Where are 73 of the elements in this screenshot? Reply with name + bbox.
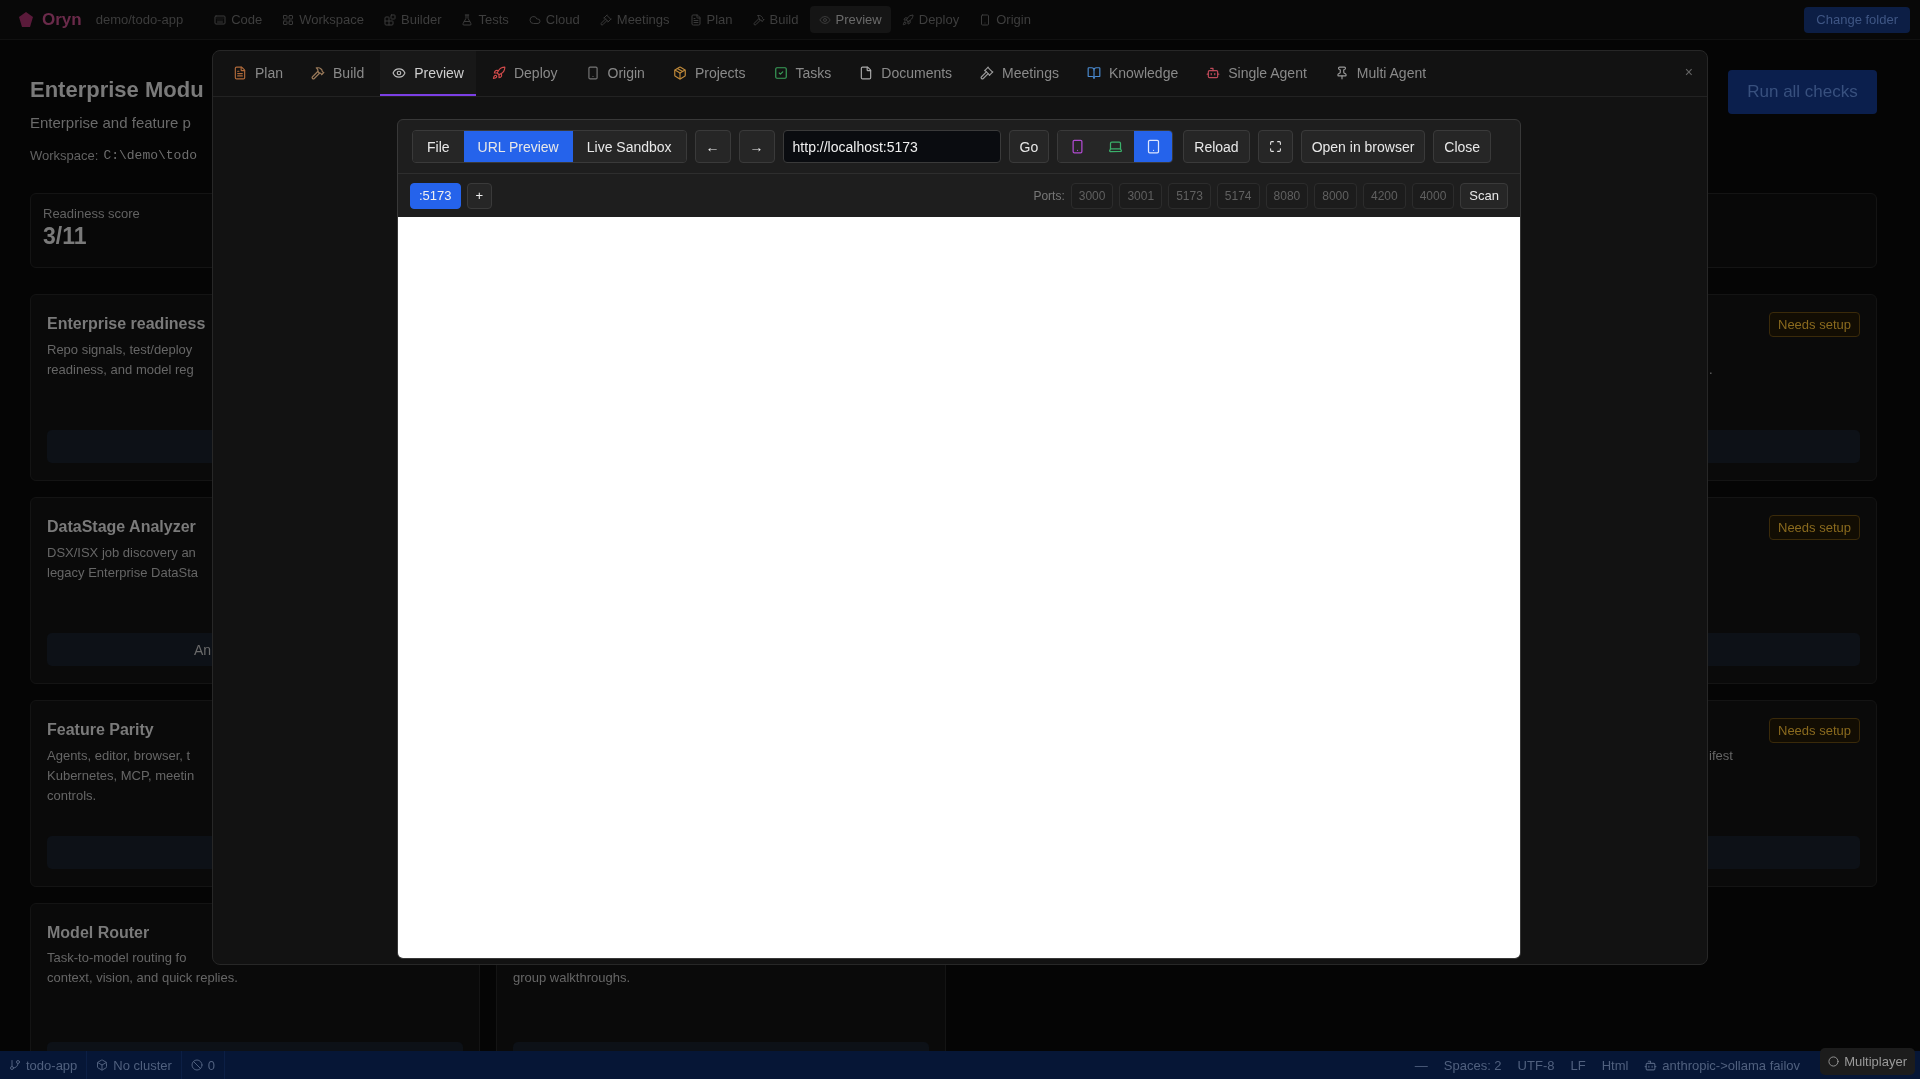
tab[interactable]: Knowledge bbox=[1074, 51, 1191, 96]
tab[interactable]: Meetings bbox=[968, 51, 1071, 96]
card-description: controls. bbox=[47, 787, 97, 805]
port-button[interactable]: 3000 bbox=[1070, 182, 1114, 209]
page-title: Enterprise Modu bbox=[30, 76, 204, 104]
status-item[interactable]: — bbox=[1406, 1051, 1436, 1079]
model-item[interactable]: anthropic->ollama failov bbox=[1636, 1051, 1808, 1079]
page-subtitle: Enterprise and feature p bbox=[30, 113, 192, 133]
card-description: Repo signals, test/deploy bbox=[47, 341, 193, 359]
go-button[interactable]: Go bbox=[1008, 130, 1050, 163]
status-badge: Needs setup bbox=[1769, 311, 1860, 337]
card-description: DSX/ISX job discovery an bbox=[47, 544, 196, 562]
tab[interactable]: Origin bbox=[573, 51, 657, 96]
card-description: Agents, editor, browser, t bbox=[47, 747, 191, 765]
card-description: legacy Enterprise DataSta bbox=[47, 564, 199, 582]
status-item[interactable]: Spaces: 2 bbox=[1435, 1051, 1510, 1079]
forward-button[interactable]: → bbox=[738, 130, 775, 163]
mode-tab[interactable]: File bbox=[413, 131, 464, 162]
status-item[interactable]: Html bbox=[1593, 1051, 1637, 1079]
port-button[interactable]: 5173 bbox=[1168, 182, 1211, 209]
tab[interactable]: Multi Agent bbox=[1322, 51, 1439, 96]
status-item[interactable]: UTF-8 bbox=[1509, 1051, 1563, 1079]
mode-tab[interactable]: URL Preview bbox=[463, 131, 573, 162]
tab[interactable]: Projects bbox=[660, 51, 758, 96]
change-folder-button[interactable]: Change folder bbox=[1804, 6, 1910, 33]
workspace-label: Workspace: bbox=[30, 147, 99, 164]
back-button[interactable]: ← bbox=[694, 130, 731, 163]
status-badge: Needs setup bbox=[1769, 514, 1860, 540]
card-title: DataStage Analyzer bbox=[47, 517, 196, 537]
multiplayer-button[interactable]: Multiplayer bbox=[1820, 1048, 1915, 1075]
instance-tab[interactable]: :5173 bbox=[410, 182, 461, 209]
close-button[interactable]: × bbox=[1680, 64, 1697, 80]
workspace-path: C:\demo\todo bbox=[103, 147, 198, 164]
url-field[interactable]: http://localhost:5173 bbox=[782, 130, 1001, 163]
nav-item[interactable]: Preview bbox=[809, 6, 891, 33]
card-title: Enterprise readiness bbox=[47, 314, 206, 334]
ports-label: Ports: bbox=[1033, 188, 1065, 203]
tab[interactable]: Single Agent bbox=[1194, 51, 1319, 96]
status-item[interactable]: LF bbox=[1562, 1051, 1594, 1079]
port-button[interactable]: 3001 bbox=[1119, 182, 1163, 209]
branch-item[interactable]: todo-app bbox=[0, 1051, 88, 1079]
cluster-item[interactable]: No cluster bbox=[87, 1051, 182, 1079]
card-title: Feature Parity bbox=[47, 720, 154, 740]
tab[interactable]: Deploy bbox=[479, 51, 570, 96]
status-badge: Needs setup bbox=[1769, 717, 1860, 743]
port-button[interactable]: 8000 bbox=[1314, 182, 1357, 209]
card-description: . bbox=[1709, 361, 1714, 379]
card-title: Model Router bbox=[47, 923, 151, 943]
tab[interactable]: Tasks bbox=[761, 51, 844, 96]
reload-button[interactable]: Reload bbox=[1183, 130, 1250, 163]
port-button[interactable]: 4000 bbox=[1411, 182, 1455, 209]
card-description: readiness, and model reg bbox=[47, 361, 194, 379]
card-description: group walkthroughs. bbox=[513, 969, 631, 987]
add-button[interactable]: + bbox=[466, 182, 493, 209]
card-description: ifest bbox=[1709, 747, 1734, 765]
scan-button[interactable]: Scan bbox=[1460, 182, 1508, 209]
card-description: Task-to-model routing fo bbox=[47, 949, 187, 967]
tab[interactable]: Documents bbox=[847, 51, 965, 96]
close-preview-button[interactable]: Close bbox=[1433, 130, 1492, 163]
tab[interactable]: Preview bbox=[380, 51, 476, 96]
score-value: 3/11 bbox=[43, 223, 87, 250]
port-button[interactable]: 8080 bbox=[1265, 182, 1309, 209]
open-in-browser-button[interactable]: Open in browser bbox=[1300, 130, 1426, 163]
tab[interactable]: Plan bbox=[221, 51, 296, 96]
mode-tab[interactable]: Live Sandbox bbox=[572, 131, 686, 162]
card-description: context, vision, and quick replies. bbox=[47, 969, 238, 987]
problems-item[interactable]: 0 bbox=[181, 1051, 226, 1079]
card-description: Kubernetes, MCP, meetin bbox=[47, 767, 195, 785]
port-button[interactable]: 5174 bbox=[1216, 182, 1260, 209]
port-button[interactable]: 4200 bbox=[1362, 182, 1406, 209]
score-label: Readiness score bbox=[43, 206, 140, 221]
app-name: Oryn bbox=[42, 9, 82, 30]
tab[interactable]: Build bbox=[299, 51, 377, 96]
